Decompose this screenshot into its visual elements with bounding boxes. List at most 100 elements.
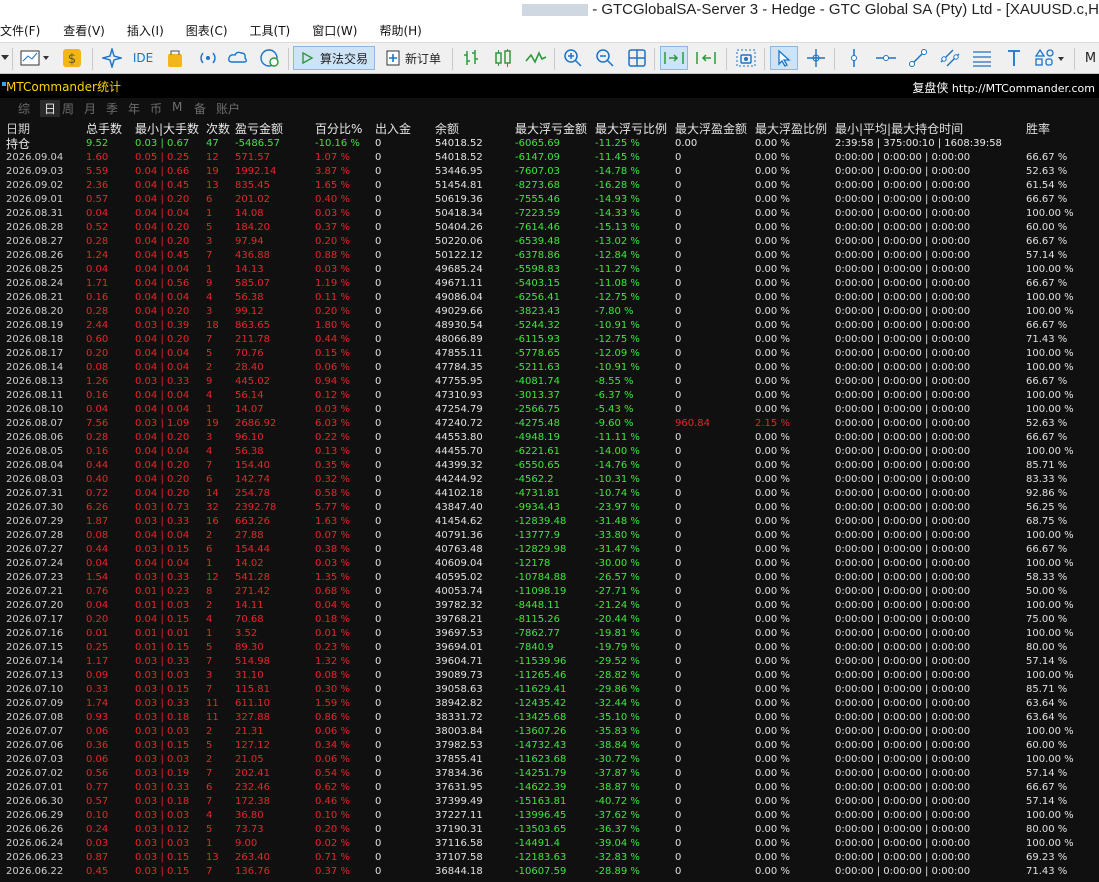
table-row[interactable]: 2026.06.23 0.87 0.03 | 0.15 13 263.40 0.71 % 0… — [6, 851, 1086, 865]
table-row[interactable]: 2026.07.15 0.25 0.01 | 0.15 5 89.30 0.23 % 0 39… — [6, 641, 1086, 655]
shapes-icon[interactable] — [1032, 46, 1068, 70]
table-row[interactable]: 2026.09.04 1.60 0.05 | 0.25 12 571.57 1.07 % 0… — [6, 151, 1086, 165]
new-order-button[interactable]: 新订单 — [380, 46, 446, 70]
table-row[interactable]: 2026.07.16 0.01 0.01 | 0.01 1 3.52 0.01 % 0 396… — [6, 627, 1086, 641]
table-row[interactable]: 2026.09.01 0.57 0.04 | 0.20 6 201.02 0.40 % 0 5… — [6, 193, 1086, 207]
table-row[interactable]: 2026.08.06 0.28 0.04 | 0.20 3 96.10 0.22 % 0 44… — [6, 431, 1086, 445]
dollar-icon[interactable]: $ — [60, 46, 84, 70]
channel-icon[interactable] — [938, 46, 962, 70]
table-row[interactable]: 2026.07.28 0.08 0.04 | 0.04 2 27.88 0.07 % 0 40… — [6, 529, 1086, 543]
fibonacci-icon[interactable] — [970, 46, 994, 70]
table-row[interactable]: 2026.08.17 0.20 0.04 | 0.04 5 70.76 0.15 % 0 47… — [6, 347, 1086, 361]
bag-icon[interactable] — [164, 46, 186, 70]
tab-currency[interactable]: 币 — [150, 100, 172, 117]
algo-trading-button[interactable]: 算法交易 — [293, 46, 375, 70]
sparkle-icon[interactable] — [100, 46, 124, 70]
table-row[interactable]: 2026.08.07 7.56 0.03 | 1.09 19 2686.92 6.03 %… — [6, 417, 1086, 431]
table-row[interactable]: 2026.07.10 0.33 0.03 | 0.15 7 115.81 0.30 % 0 3… — [6, 683, 1086, 697]
table-row[interactable]: 2026.07.02 0.56 0.03 | 0.19 7 202.41 0.54 % 0 3… — [6, 767, 1086, 781]
table-row[interactable]: 2026.07.30 6.26 0.03 | 0.73 32 2392.78 5.77 %… — [6, 501, 1086, 515]
table-row[interactable]: 2026.08.21 0.16 0.04 | 0.04 4 56.38 0.11 % 0 49… — [6, 291, 1086, 305]
screenshot-icon[interactable] — [734, 46, 758, 70]
vps-icon[interactable] — [258, 46, 282, 70]
text-tool-icon[interactable] — [1002, 46, 1026, 70]
table-row[interactable]: 2026.08.14 0.08 0.04 | 0.04 2 28.40 0.06 % 0 47… — [6, 361, 1086, 375]
horizontal-line-icon[interactable] — [874, 46, 898, 70]
table-row[interactable]: 2026.08.18 0.60 0.04 | 0.20 7 211.78 0.44 % 0 4… — [6, 333, 1086, 347]
col-max-float-loss-pct[interactable]: 最大浮亏比例 — [595, 122, 675, 137]
cloud-icon[interactable] — [226, 46, 250, 70]
menu-tools[interactable]: 工具(T) — [250, 20, 313, 42]
table-row[interactable]: 2026.08.03 0.40 0.04 | 0.20 6 142.74 0.32 % 0 4… — [6, 473, 1086, 487]
table-row[interactable]: 2026.08.24 1.71 0.04 | 0.56 9 585.07 1.19 % 0 4… — [6, 277, 1086, 291]
candlestick-icon[interactable] — [492, 46, 514, 70]
menu-window[interactable]: 窗口(W) — [312, 20, 379, 42]
table-row[interactable]: 2026.08.25 0.04 0.04 | 0.04 1 14.13 0.03 % 0 49… — [6, 263, 1086, 277]
col-max-float-profit-pct[interactable]: 最大浮盈比例 — [755, 122, 835, 137]
trend-line-icon[interactable] — [906, 46, 930, 70]
table-row[interactable]: 2026.09.02 2.36 0.04 | 0.45 13 835.45 1.65 % 0… — [6, 179, 1086, 193]
table-row[interactable]: 2026.06.24 0.03 0.03 | 0.03 1 9.00 0.02 % 0 371… — [6, 837, 1086, 851]
zoom-out-icon[interactable] — [594, 46, 616, 70]
zoom-in-icon[interactable] — [562, 46, 584, 70]
website-link[interactable]: 复盘侠 http://MTCommander.com — [912, 79, 1095, 96]
table-row[interactable]: 2026.08.11 0.16 0.04 | 0.04 4 56.14 0.12 % 0 47… — [6, 389, 1086, 403]
table-row[interactable]: 2026.07.03 0.06 0.03 | 0.03 2 21.05 0.06 % 0 37… — [6, 753, 1086, 767]
table-row[interactable]: 2026.06.30 0.57 0.03 | 0.18 7 172.38 0.46 % 0 3… — [6, 795, 1086, 809]
col-count[interactable]: 次数 — [206, 122, 235, 137]
col-date[interactable]: 日期 — [6, 122, 86, 137]
table-row[interactable]: 2026.08.05 0.16 0.04 | 0.04 4 56.38 0.13 % 0 44… — [6, 445, 1086, 459]
menu-file[interactable]: 文件(F) — [0, 20, 63, 42]
col-hold-time[interactable]: 最小|平均|最大持仓时间 — [835, 122, 1026, 137]
signal-icon[interactable] — [196, 46, 220, 70]
menu-chart[interactable]: 图表(C) — [186, 20, 250, 42]
crosshair-icon[interactable] — [804, 46, 828, 70]
tab-account[interactable]: 账户 — [216, 100, 256, 117]
col-max-float-loss[interactable]: 最大浮亏金额 — [515, 122, 595, 137]
table-row[interactable]: 2026.07.06 0.36 0.03 | 0.15 5 127.12 0.34 % 0 3… — [6, 739, 1086, 753]
table-row[interactable]: 2026.07.27 0.44 0.03 | 0.15 6 154.44 0.38 % 0 4… — [6, 543, 1086, 557]
col-max-float-profit[interactable]: 最大浮盈金额 — [675, 122, 755, 137]
chart-shift-icon[interactable] — [692, 46, 720, 70]
col-deposit[interactable]: 出入金 — [375, 122, 435, 137]
table-row[interactable]: 2026.08.10 0.04 0.04 | 0.04 1 14.07 0.03 % 0 47… — [6, 403, 1086, 417]
menu-insert[interactable]: 插入(I) — [127, 20, 186, 42]
tab-year[interactable]: 年 — [128, 100, 150, 117]
table-row[interactable]: 2026.07.23 1.54 0.03 | 0.33 12 541.28 1.35 % 0… — [6, 571, 1086, 585]
col-total-lots[interactable]: 总手数 — [86, 122, 135, 137]
table-row[interactable]: 2026.07.17 0.20 0.04 | 0.15 4 70.68 0.18 % 0 39… — [6, 613, 1086, 627]
vertical-line-icon[interactable] — [842, 46, 866, 70]
tile-windows-icon[interactable] — [626, 46, 648, 70]
tab-notes[interactable]: 备 — [194, 100, 216, 117]
tab-week[interactable]: 周 — [62, 100, 84, 117]
tab-magic[interactable]: M — [172, 100, 194, 117]
col-min-max-lots[interactable]: 最小|大手数 — [135, 122, 206, 137]
new-chart-icon[interactable] — [18, 46, 52, 70]
table-row[interactable]: 2026.08.26 1.24 0.04 | 0.45 7 436.88 0.88 % 0 5… — [6, 249, 1086, 263]
cursor-icon[interactable] — [770, 46, 798, 70]
table-row[interactable]: 2026.08.28 0.52 0.04 | 0.20 5 184.20 0.37 % 0 5… — [6, 221, 1086, 235]
menu-view[interactable]: 查看(V) — [63, 20, 127, 42]
col-pct[interactable]: 百分比% — [315, 122, 375, 137]
table-row[interactable]: 2026.07.01 0.77 0.03 | 0.33 6 232.46 0.62 % 0 3… — [6, 781, 1086, 795]
table-row[interactable]: 2026.07.21 0.76 0.01 | 0.23 8 271.42 0.68 % 0 4… — [6, 585, 1086, 599]
table-row[interactable]: 2026.07.29 1.87 0.03 | 0.33 16 663.26 1.63 % 0… — [6, 515, 1086, 529]
table-row[interactable]: 2026.08.04 0.44 0.04 | 0.20 7 154.40 0.35 % 0 4… — [6, 459, 1086, 473]
tab-month[interactable]: 月 — [84, 100, 106, 117]
table-row[interactable]: 2026.06.29 0.10 0.03 | 0.03 4 36.80 0.10 % 0 37… — [6, 809, 1086, 823]
table-row[interactable]: 2026.07.08 0.93 0.03 | 0.18 11 327.88 0.86 % 0… — [6, 711, 1086, 725]
table-row[interactable]: 2026.08.13 1.26 0.03 | 0.33 9 445.02 0.94 % 0 4… — [6, 375, 1086, 389]
table-row[interactable]: 2026.08.20 0.28 0.04 | 0.20 3 99.12 0.20 % 0 49… — [6, 305, 1086, 319]
table-row[interactable]: 2026.06.22 0.45 0.03 | 0.15 7 136.76 0.37 % 0 3… — [6, 865, 1086, 879]
bar-chart-icon[interactable] — [460, 46, 482, 70]
auto-scroll-icon[interactable] — [660, 46, 688, 70]
ide-button[interactable]: IDE — [130, 46, 156, 70]
table-row[interactable]: 2026.09.03 5.59 0.04 | 0.66 19 1992.14 3.87 %… — [6, 165, 1086, 179]
col-win-rate[interactable]: 胜率 — [1026, 122, 1086, 137]
dropdown-arrow-icon[interactable] — [0, 46, 10, 70]
tab-quarter[interactable]: 季 — [106, 100, 128, 117]
table-row[interactable]: 2026.07.07 0.06 0.03 | 0.03 2 21.31 0.06 % 0 38… — [6, 725, 1086, 739]
table-row[interactable]: 2026.07.14 1.17 0.03 | 0.33 7 514.98 1.32 % 0 3… — [6, 655, 1086, 669]
tab-summary[interactable]: 综 — [18, 100, 40, 117]
tab-day[interactable]: 日 — [40, 100, 60, 117]
